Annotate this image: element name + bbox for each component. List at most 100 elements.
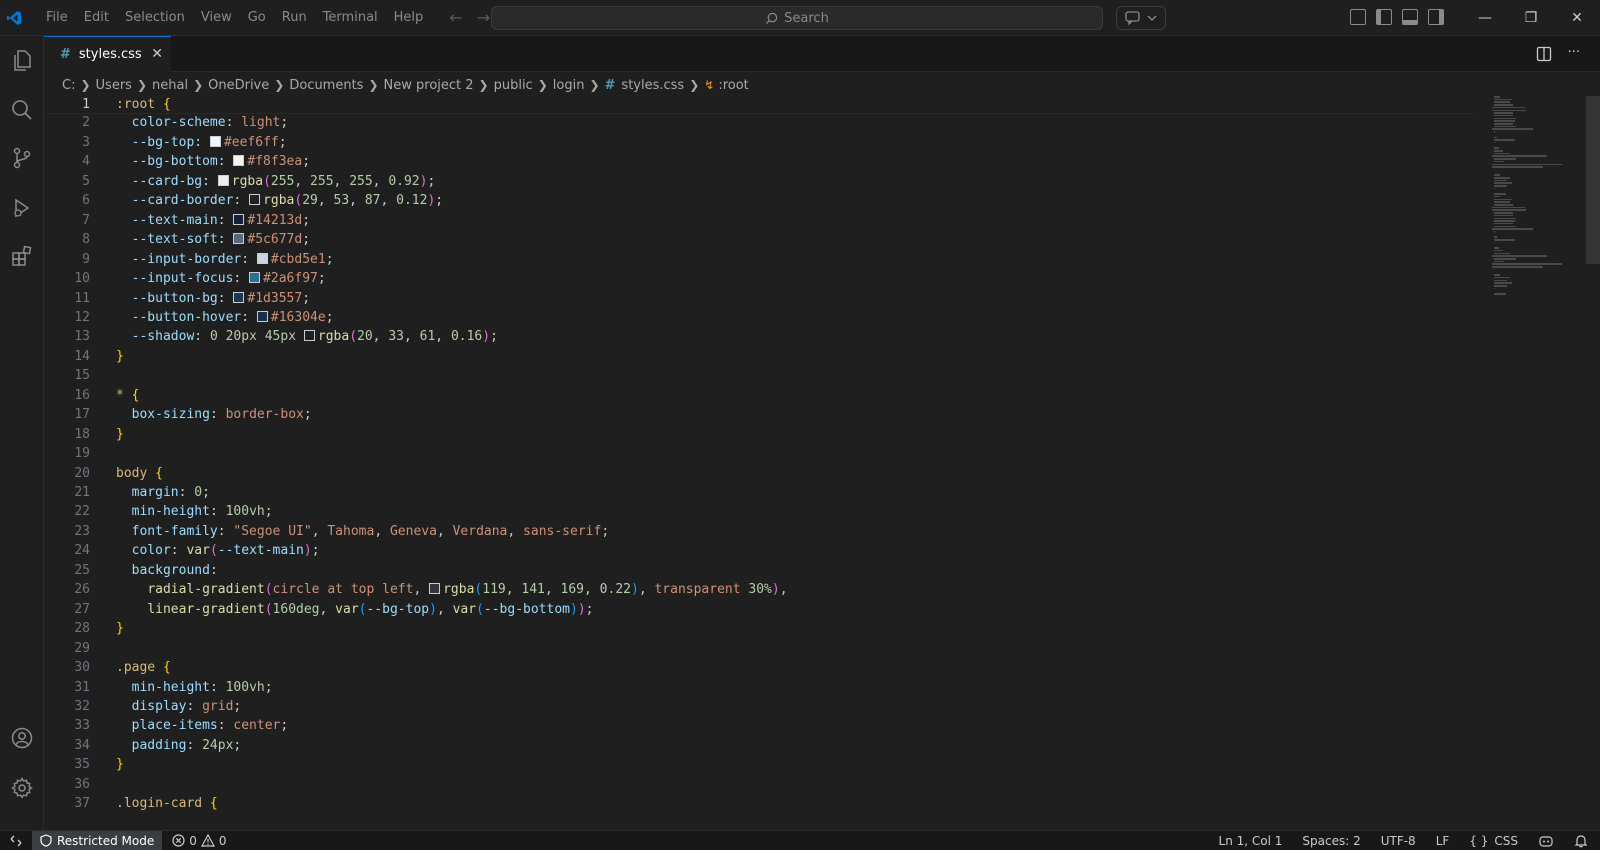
language-mode[interactable]: { } CSS: [1469, 834, 1518, 848]
minimap-line: [1494, 112, 1513, 114]
code-line[interactable]: 9 --input-border: #cbd5e1;: [44, 250, 1474, 270]
breadcrumb-item[interactable]: public: [494, 78, 533, 93]
menu-file[interactable]: File: [38, 0, 76, 36]
breadcrumb-item[interactable]: C:: [62, 78, 75, 93]
minimize-icon[interactable]: —: [1462, 0, 1508, 36]
code-line[interactable]: 3 --bg-top: #eef6ff;: [44, 133, 1474, 153]
problems-indicator[interactable]: 0 0: [172, 834, 227, 848]
vertical-scrollbar[interactable]: [1586, 96, 1600, 264]
code-line[interactable]: 30 .page {: [44, 658, 1474, 678]
code-line[interactable]: 14}: [44, 347, 1474, 367]
code-line[interactable]: 1:root {: [44, 96, 1474, 114]
minimap-line: [1494, 136, 1497, 138]
code-line[interactable]: 7 --text-main: #14213d;: [44, 211, 1474, 231]
code-line[interactable]: 25 background:: [44, 561, 1474, 581]
chat-button[interactable]: [1116, 6, 1166, 30]
code-line[interactable]: 13 --shadow: 0 20px 45px rgba(20, 33, 61…: [44, 327, 1474, 347]
code-line[interactable]: 12 --button-hover: #16304e;: [44, 308, 1474, 328]
breadcrumb-item[interactable]: Users: [96, 78, 132, 93]
line-number: 2: [82, 115, 90, 131]
css-file-icon: #: [60, 47, 71, 62]
breadcrumb-item[interactable]: styles.css: [621, 78, 684, 93]
code-line[interactable]: 24 color: var(--text-main);: [44, 541, 1474, 561]
code-line[interactable]: 16 * {: [44, 386, 1474, 406]
indentation[interactable]: Spaces: 2: [1302, 834, 1360, 848]
code-line[interactable]: 17 box-sizing: border-box;: [44, 405, 1474, 425]
code-line[interactable]: 32 display: grid;: [44, 697, 1474, 717]
end-of-line[interactable]: LF: [1436, 834, 1450, 848]
menu-edit[interactable]: Edit: [76, 0, 117, 36]
code-line[interactable]: 20 body {: [44, 464, 1474, 484]
encoding[interactable]: UTF-8: [1381, 834, 1416, 848]
toggle-primary-sidebar-icon[interactable]: [1376, 9, 1392, 25]
menu-run[interactable]: Run: [274, 0, 315, 36]
search-view-icon[interactable]: [6, 94, 38, 126]
tab-styles-css[interactable]: # styles.css ✕: [44, 36, 171, 72]
code-line[interactable]: 33 place-items: center;: [44, 716, 1474, 736]
more-actions-icon[interactable]: ···: [1568, 46, 1580, 62]
extensions-icon[interactable]: [6, 240, 38, 272]
code-line[interactable]: 2 color-scheme: light;: [44, 113, 1474, 133]
code-line[interactable]: 29: [44, 639, 1474, 659]
breadcrumb-item[interactable]: New project 2: [384, 78, 474, 93]
menu-view[interactable]: View: [193, 0, 240, 36]
breadcrumb-item[interactable]: nehal: [152, 78, 188, 93]
source-control-icon[interactable]: [6, 142, 38, 174]
minimap-line: [1494, 276, 1511, 279]
code-line[interactable]: 18}: [44, 425, 1474, 445]
menu-terminal[interactable]: Terminal: [315, 0, 386, 36]
notifications-bell-icon[interactable]: [1574, 834, 1588, 848]
code-line[interactable]: 23 font-family: "Segoe UI", Tahoma, Gene…: [44, 522, 1474, 542]
split-editor-icon[interactable]: [1536, 46, 1552, 62]
close-icon[interactable]: ✕: [151, 46, 163, 62]
line-text: }: [116, 426, 124, 442]
code-line[interactable]: 10 --input-focus: #2a6f97;: [44, 269, 1474, 289]
menu-go[interactable]: Go: [240, 0, 274, 36]
code-line[interactable]: 35}: [44, 755, 1474, 775]
settings-gear-icon[interactable]: [6, 772, 38, 804]
code-line[interactable]: 36: [44, 775, 1474, 795]
toggle-secondary-sidebar-icon[interactable]: [1428, 9, 1444, 25]
customize-layout-icon[interactable]: [1350, 9, 1366, 25]
back-arrow-icon[interactable]: ←: [449, 8, 462, 27]
menu-help[interactable]: Help: [386, 0, 432, 36]
restricted-mode-badge[interactable]: Restricted Mode: [32, 830, 163, 850]
code-line[interactable]: 15: [44, 366, 1474, 386]
code-line[interactable]: 31 min-height: 100vh;: [44, 678, 1474, 698]
code-line[interactable]: 19: [44, 444, 1474, 464]
explorer-icon[interactable]: [6, 44, 38, 76]
code-line[interactable]: 37 .login-card {: [44, 794, 1474, 814]
breadcrumb-item[interactable]: OneDrive: [208, 78, 269, 93]
code-line[interactable]: 27 linear-gradient(160deg, var(--bg-top)…: [44, 600, 1474, 620]
close-window-icon[interactable]: ✕: [1554, 0, 1600, 36]
breadcrumb-item[interactable]: login: [553, 78, 585, 93]
breadcrumb-item[interactable]: Documents: [289, 78, 363, 93]
code-line[interactable]: 11 --button-bg: #1d3557;: [44, 289, 1474, 309]
command-center-search[interactable]: Search: [491, 6, 1103, 30]
code-line[interactable]: 21 margin: 0;: [44, 483, 1474, 503]
run-debug-icon[interactable]: [6, 192, 38, 224]
code-line[interactable]: 26 radial-gradient(circle at top left, r…: [44, 580, 1474, 600]
minimap[interactable]: [1490, 96, 1590, 306]
breadcrumb-item[interactable]: :root: [718, 78, 748, 93]
toggle-panel-icon[interactable]: [1402, 9, 1418, 25]
code-line[interactable]: 34 padding: 24px;: [44, 736, 1474, 756]
cursor-position[interactable]: Ln 1, Col 1: [1219, 834, 1283, 848]
code-line[interactable]: 28}: [44, 619, 1474, 639]
menu-selection[interactable]: Selection: [117, 0, 193, 36]
line-number: 32: [74, 698, 90, 714]
restore-icon[interactable]: ❐: [1508, 0, 1554, 36]
copilot-icon[interactable]: [1538, 834, 1554, 848]
code-line[interactable]: 8 --text-soft: #5c677d;: [44, 230, 1474, 250]
minimap-line: [1494, 177, 1511, 179]
forward-arrow-icon[interactable]: →: [477, 8, 490, 27]
code-editor[interactable]: 1:root {2 color-scheme: light; 3 --bg-top…: [44, 96, 1600, 830]
code-line[interactable]: 22 min-height: 100vh;: [44, 502, 1474, 522]
line-number: 23: [74, 523, 90, 539]
accounts-icon[interactable]: [6, 722, 38, 754]
minimap-line: [1494, 160, 1504, 163]
code-line[interactable]: 4 --bg-bottom: #f8f3ea;: [44, 152, 1474, 172]
remote-icon[interactable]: [0, 830, 32, 850]
code-line[interactable]: 5 --card-bg: rgba(255, 255, 255, 0.92);: [44, 172, 1474, 192]
code-line[interactable]: 6 --card-border: rgba(29, 53, 87, 0.12);: [44, 191, 1474, 211]
